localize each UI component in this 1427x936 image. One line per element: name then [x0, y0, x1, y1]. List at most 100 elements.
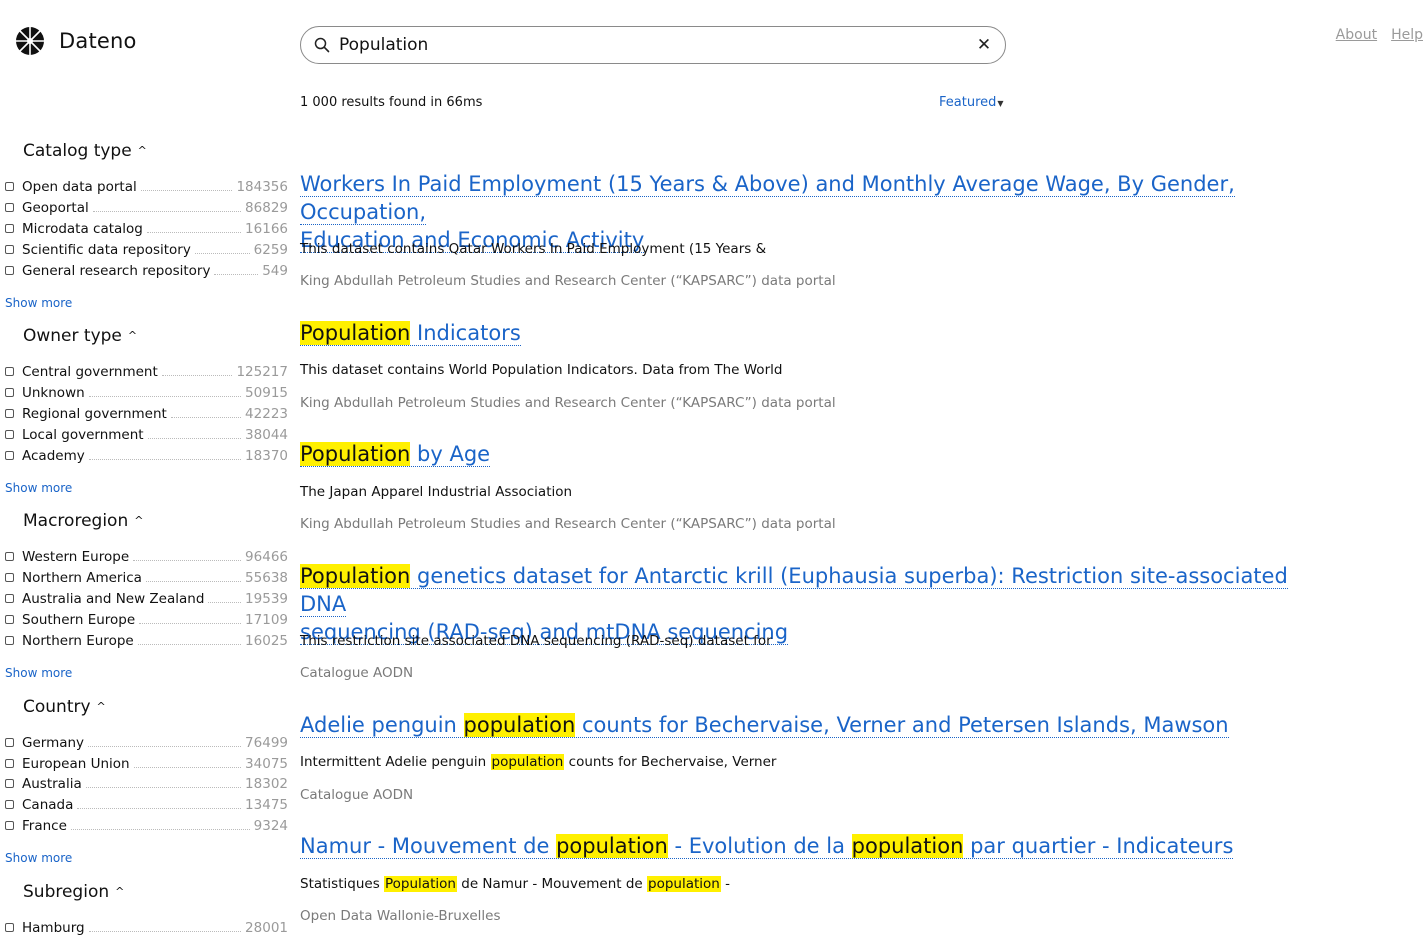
facet-item[interactable]: Northern Europe 16025 — [5, 630, 288, 649]
search-input[interactable] — [339, 35, 969, 55]
show-more-link[interactable]: Show more — [5, 851, 72, 865]
result-source[interactable]: King Abdullah Petroleum Studies and Rese… — [300, 516, 836, 532]
facet-item[interactable]: Northern America 55638 — [5, 567, 288, 586]
facet-title-text: Subregion — [23, 882, 110, 902]
checkbox[interactable] — [5, 552, 14, 561]
checkbox[interactable] — [5, 759, 14, 768]
facet-item-count: 42223 — [245, 406, 288, 422]
result-source[interactable]: King Abdullah Petroleum Studies and Rese… — [300, 273, 836, 289]
chevron-up-icon: ^ — [134, 514, 144, 527]
facet-item[interactable]: Western Europe 96466 — [5, 546, 288, 565]
facet-item-count: 6259 — [253, 242, 288, 258]
checkbox[interactable] — [5, 738, 14, 747]
facet-item[interactable]: European Union 34075 — [5, 753, 288, 772]
logo[interactable]: Dateno — [15, 26, 137, 56]
checkbox[interactable] — [5, 388, 14, 397]
about-link[interactable]: About — [1336, 27, 1377, 43]
facet-item[interactable]: Central government 125217 — [5, 361, 288, 380]
facet-item-label: Northern America — [22, 570, 142, 586]
checkbox[interactable] — [5, 451, 14, 460]
checkbox[interactable] — [5, 573, 14, 582]
checkbox[interactable] — [5, 615, 14, 624]
checkbox[interactable] — [5, 224, 14, 233]
facet-item-label: European Union — [22, 756, 130, 772]
checkbox[interactable] — [5, 245, 14, 254]
result-title-link[interactable]: Population Indicators — [300, 319, 1310, 347]
checkbox[interactable] — [5, 182, 14, 191]
chevron-up-icon: ^ — [127, 329, 138, 342]
desc-text: de Namur - Mouvement de — [456, 876, 648, 892]
result-description: This dataset contains Qatar Workers In P… — [300, 241, 767, 257]
highlight: Population — [384, 876, 457, 892]
facet-item[interactable]: Geoportal 86829 — [5, 197, 288, 216]
facet-title-country[interactable]: Country ^ — [23, 697, 106, 717]
desc-text: - — [720, 876, 731, 892]
facet-item[interactable]: Open data portal 184356 — [5, 176, 288, 195]
facet-item-label: Microdata catalog — [22, 221, 143, 237]
facet-item[interactable]: Canada 13475 — [5, 794, 288, 813]
checkbox[interactable] — [5, 594, 14, 603]
facet-title-text: Owner type — [23, 326, 122, 346]
facet-item[interactable]: Microdata catalog 16166 — [5, 218, 288, 237]
facet-item[interactable]: General research repository 549 — [5, 260, 288, 279]
facet-item-label: Germany — [22, 735, 85, 751]
facet-item-label: Regional government — [22, 406, 167, 422]
checkbox[interactable] — [5, 266, 14, 275]
facet-item[interactable]: Unknown 50915 — [5, 382, 288, 401]
facet-item[interactable]: France 9324 — [5, 815, 288, 834]
facet-item-count: 38044 — [245, 427, 288, 443]
result-source[interactable]: Catalogue AODN — [300, 787, 413, 803]
show-more-link[interactable]: Show more — [5, 666, 72, 680]
checkbox[interactable] — [5, 779, 14, 788]
facet-item-count: 55638 — [245, 570, 288, 586]
result-title-text: by Age — [410, 442, 491, 466]
facet-item[interactable]: Hamburg 28001 — [5, 917, 288, 936]
facet-item[interactable]: Australia 18302 — [5, 773, 288, 792]
sort-label: Featured — [939, 95, 997, 110]
help-link[interactable]: Help — [1391, 27, 1423, 43]
result-source[interactable]: King Abdullah Petroleum Studies and Rese… — [300, 395, 836, 411]
checkbox[interactable] — [5, 923, 14, 932]
caret-down-icon: ▼ — [997, 99, 1004, 108]
facet-item-label: Academy — [22, 448, 85, 464]
facet-title-subregion[interactable]: Subregion ^ — [23, 882, 124, 902]
result-description: Statistiques Population de Namur - Mouve… — [300, 876, 730, 892]
facet-item-count: 96466 — [245, 549, 288, 565]
result-source[interactable]: Catalogue AODN — [300, 665, 413, 681]
checkbox[interactable] — [5, 367, 14, 376]
chevron-up-icon: ^ — [115, 885, 125, 898]
show-more-link[interactable]: Show more — [5, 481, 72, 495]
result-title-link[interactable]: Adelie penguin population counts for Bec… — [300, 711, 1310, 739]
result-title-line: Workers In Paid Employment (15 Years & A… — [300, 172, 1235, 225]
sort-dropdown[interactable]: Featured▼ — [939, 95, 1004, 110]
facet-title-owner-type[interactable]: Owner type ^ — [23, 326, 137, 346]
facet-item[interactable]: Scientific data repository 6259 — [5, 239, 288, 258]
checkbox[interactable] — [5, 203, 14, 212]
result-title-text: Namur - Mouvement de — [300, 834, 557, 858]
facet-item[interactable]: Academy 18370 — [5, 445, 288, 464]
checkbox[interactable] — [5, 636, 14, 645]
facet-title-macroregion[interactable]: Macroregion ^ — [23, 511, 143, 531]
facet-item[interactable]: Germany 76499 — [5, 732, 288, 751]
facet-item-label: General research repository — [22, 263, 211, 279]
checkbox[interactable] — [5, 800, 14, 809]
checkbox[interactable] — [5, 430, 14, 439]
facet-title-catalog-type[interactable]: Catalog type ^ — [23, 141, 147, 161]
facet-item-label: Scientific data repository — [22, 242, 191, 258]
facet-item-label: Canada — [22, 797, 74, 813]
close-icon[interactable]: ✕ — [969, 35, 999, 55]
result-description: This dataset contains World Population I… — [300, 362, 783, 378]
facet-item[interactable]: Regional government 42223 — [5, 403, 288, 422]
facet-item-count: 125217 — [236, 364, 288, 380]
facet-item[interactable]: Australia and New Zealand 19539 — [5, 588, 288, 607]
result-title-link[interactable]: Population by Age — [300, 440, 1310, 468]
search-box[interactable]: ✕ — [300, 26, 1006, 64]
result-source[interactable]: Open Data Wallonie-Bruxelles — [300, 908, 500, 924]
checkbox[interactable] — [5, 821, 14, 830]
checkbox[interactable] — [5, 409, 14, 418]
show-more-link[interactable]: Show more — [5, 296, 72, 310]
result-description: This restriction site associated DNA seq… — [300, 633, 772, 649]
result-title-link[interactable]: Namur - Mouvement de population - Evolut… — [300, 832, 1310, 860]
facet-item[interactable]: Southern Europe 17109 — [5, 609, 288, 628]
facet-item[interactable]: Local government 38044 — [5, 424, 288, 443]
